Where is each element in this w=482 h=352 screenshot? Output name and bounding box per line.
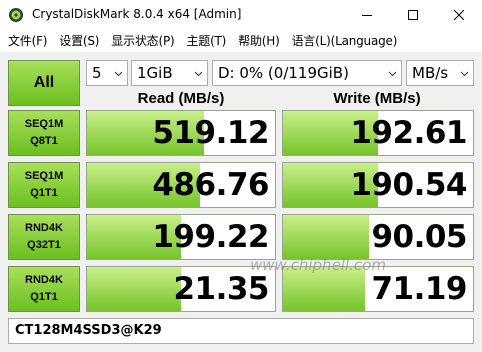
unit-value: MB/s — [412, 64, 449, 82]
menu-settings[interactable]: 设置(S) — [53, 32, 105, 49]
test-count-value: 5 — [92, 64, 102, 82]
menu-bar: 文件(F) 设置(S) 显示状态(P) 主题(T) 帮助(H) 语言(L)(La… — [0, 30, 482, 51]
menu-language[interactable]: 语言(L)(Language) — [286, 32, 404, 49]
read-result-bar — [87, 267, 181, 311]
chevron-down-icon — [388, 71, 397, 77]
run-all-button[interactable]: All — [8, 60, 80, 106]
close-icon — [454, 10, 464, 20]
read-result: 199.22 — [86, 214, 276, 260]
test-button-seq1m-q8t1[interactable]: SEQ1M Q8T1 — [8, 110, 80, 156]
test-label-line1: RND4K — [25, 274, 63, 286]
write-result-value: 71.19 — [371, 271, 467, 307]
test-label-line2: Q1T1 — [30, 187, 58, 199]
watermark-text: www.chiphell.com — [250, 256, 386, 274]
test-button-rnd4k-q1t1[interactable]: RND4K Q1T1 — [8, 266, 80, 312]
test-count-select[interactable]: 5 — [86, 60, 128, 86]
minimize-button[interactable] — [344, 0, 390, 30]
test-label-line2: Q32T1 — [27, 239, 61, 251]
write-result-value: 190.54 — [350, 167, 467, 203]
maximize-button[interactable] — [390, 0, 436, 30]
write-result-bar — [283, 215, 369, 259]
test-label-line2: Q8T1 — [30, 135, 58, 147]
menu-file[interactable]: 文件(F) — [2, 32, 53, 49]
title-bar: CrystalDiskMark 8.0.4 x64 [Admin] — [0, 0, 482, 30]
test-label-line1: SEQ1M — [24, 118, 64, 130]
read-result: 519.12 — [86, 110, 276, 156]
read-result: 21.35 — [86, 266, 276, 312]
write-result-value: 90.05 — [371, 219, 467, 255]
test-size-select[interactable]: 1GiB — [131, 60, 208, 86]
menu-theme[interactable]: 主题(T) — [180, 32, 232, 49]
chevron-down-icon — [114, 71, 123, 77]
write-result: 192.61 — [282, 110, 474, 156]
test-button-seq1m-q1t1[interactable]: SEQ1M Q1T1 — [8, 162, 80, 208]
main-panel: All 5 1GiB D: 0% (0/119GiB) MB/s Read (M… — [0, 52, 482, 352]
chevron-down-icon — [460, 71, 469, 77]
read-result-value: 21.35 — [173, 271, 269, 307]
test-button-rnd4k-q32t1[interactable]: RND4K Q32T1 — [8, 214, 80, 260]
write-result-value: 192.61 — [350, 115, 467, 151]
test-label-line2: Q1T1 — [30, 291, 58, 303]
window-title: CrystalDiskMark 8.0.4 x64 [Admin] — [32, 7, 242, 21]
comment-field[interactable]: CT128M4SSD3@K29 — [8, 318, 474, 344]
drive-value: D: 0% (0/119GiB) — [218, 64, 349, 82]
crystaldiskmark-app-icon — [8, 7, 24, 23]
read-result-value: 519.12 — [152, 115, 269, 151]
read-column-header: Read (MB/s) — [137, 90, 225, 107]
chevron-down-icon — [194, 71, 203, 77]
minimize-icon — [362, 14, 372, 16]
unit-select[interactable]: MB/s — [406, 60, 474, 86]
test-label-line1: RND4K — [25, 222, 63, 234]
test-label-line1: SEQ1M — [24, 170, 64, 182]
menu-help[interactable]: 帮助(H) — [232, 32, 285, 49]
read-result: 486.76 — [86, 162, 276, 208]
write-result: 90.05 — [282, 214, 474, 260]
test-size-value: 1GiB — [137, 64, 173, 82]
read-result-value: 199.22 — [152, 219, 269, 255]
close-button[interactable] — [436, 0, 482, 30]
read-result-value: 486.76 — [152, 167, 269, 203]
maximize-icon — [408, 10, 418, 20]
write-column-header: Write (MB/s) — [333, 90, 421, 107]
drive-select[interactable]: D: 0% (0/119GiB) — [212, 60, 402, 86]
menu-display[interactable]: 显示状态(P) — [105, 32, 180, 49]
write-result: 190.54 — [282, 162, 474, 208]
